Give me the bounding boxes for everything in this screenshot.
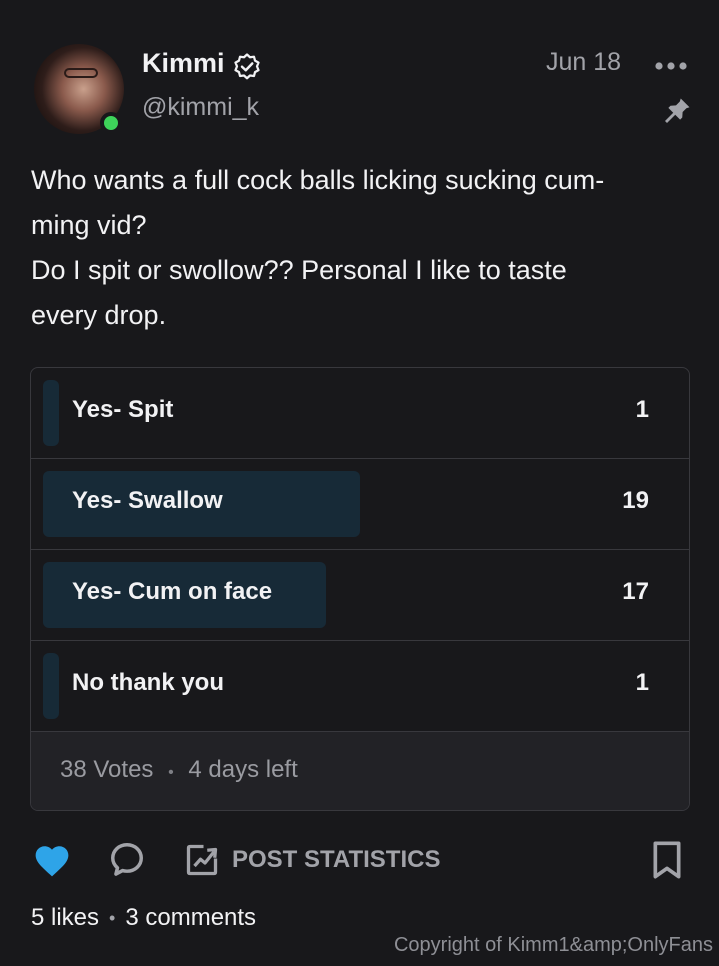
poll-option[interactable]: Yes- Cum on face 17 bbox=[31, 550, 689, 641]
poll-option-label: No thank you bbox=[72, 669, 225, 696]
poll-option-bar bbox=[43, 653, 59, 719]
more-options-icon[interactable] bbox=[654, 60, 688, 72]
poll-footer: 38 Votes • 4 days left bbox=[31, 732, 689, 810]
poll-option-label: Yes- Swallow bbox=[72, 487, 223, 514]
post-date: Jun 18 bbox=[546, 48, 622, 76]
poll-option[interactable]: No thank you 1 bbox=[31, 641, 689, 732]
post-text-line: Do I spit or swollow?? Personal I like t… bbox=[31, 255, 567, 285]
poll-option[interactable]: Yes- Swallow 19 bbox=[31, 459, 689, 550]
post-text-line: every drop. bbox=[31, 300, 167, 330]
poll-summary: 38 Votes • 4 days left bbox=[60, 756, 298, 784]
poll-time-left: 4 days left bbox=[188, 756, 298, 783]
post-engagement: 5 likes • 3 comments bbox=[31, 904, 256, 932]
copyright-watermark: Copyright of Kimm1&amp;OnlyFans bbox=[393, 934, 713, 956]
bookmark-icon[interactable] bbox=[650, 840, 684, 880]
poll-option-count: 1 bbox=[635, 669, 649, 696]
poll-option-label: Yes- Spit bbox=[72, 396, 174, 423]
post-statistics-button[interactable]: POST STATISTICS bbox=[184, 840, 440, 880]
comment-icon[interactable] bbox=[108, 840, 146, 878]
online-status-indicator bbox=[100, 112, 122, 134]
heart-icon[interactable] bbox=[32, 842, 72, 878]
poll-option[interactable]: Yes- Spit 1 bbox=[31, 368, 689, 459]
verified-icon bbox=[234, 53, 260, 80]
post-text-line: ming vid? bbox=[31, 210, 147, 240]
post-actions: POST STATISTICS bbox=[30, 840, 690, 880]
author-name[interactable]: Kimmi bbox=[142, 48, 225, 79]
separator-dot: • bbox=[109, 907, 116, 928]
poll-votes: 38 Votes bbox=[60, 756, 154, 783]
separator-dot: • bbox=[168, 764, 174, 781]
poll-option-count: 17 bbox=[622, 578, 649, 605]
poll-option-count: 1 bbox=[635, 396, 649, 423]
likes-count[interactable]: 5 likes bbox=[31, 904, 99, 932]
post-text: Who wants a full cock balls licking suck… bbox=[31, 158, 691, 338]
poll-option-label: Yes- Cum on face bbox=[72, 578, 273, 605]
poll: Yes- Spit 1 Yes- Swallow 19 Yes- Cum on … bbox=[30, 367, 690, 811]
pin-icon bbox=[665, 98, 690, 123]
poll-option-bar bbox=[43, 380, 59, 446]
poll-option-count: 19 bbox=[622, 487, 649, 514]
post-header: Kimmi @kimmi_k Jun 18 bbox=[34, 44, 694, 139]
author-handle[interactable]: @kimmi_k bbox=[142, 93, 259, 122]
comments-count[interactable]: 3 comments bbox=[125, 904, 256, 932]
post-text-line: Who wants a full cock balls licking suck… bbox=[31, 165, 605, 195]
post-statistics-icon bbox=[186, 844, 218, 876]
post-statistics-label: POST STATISTICS bbox=[232, 846, 441, 873]
avatar-glasses bbox=[64, 68, 98, 78]
